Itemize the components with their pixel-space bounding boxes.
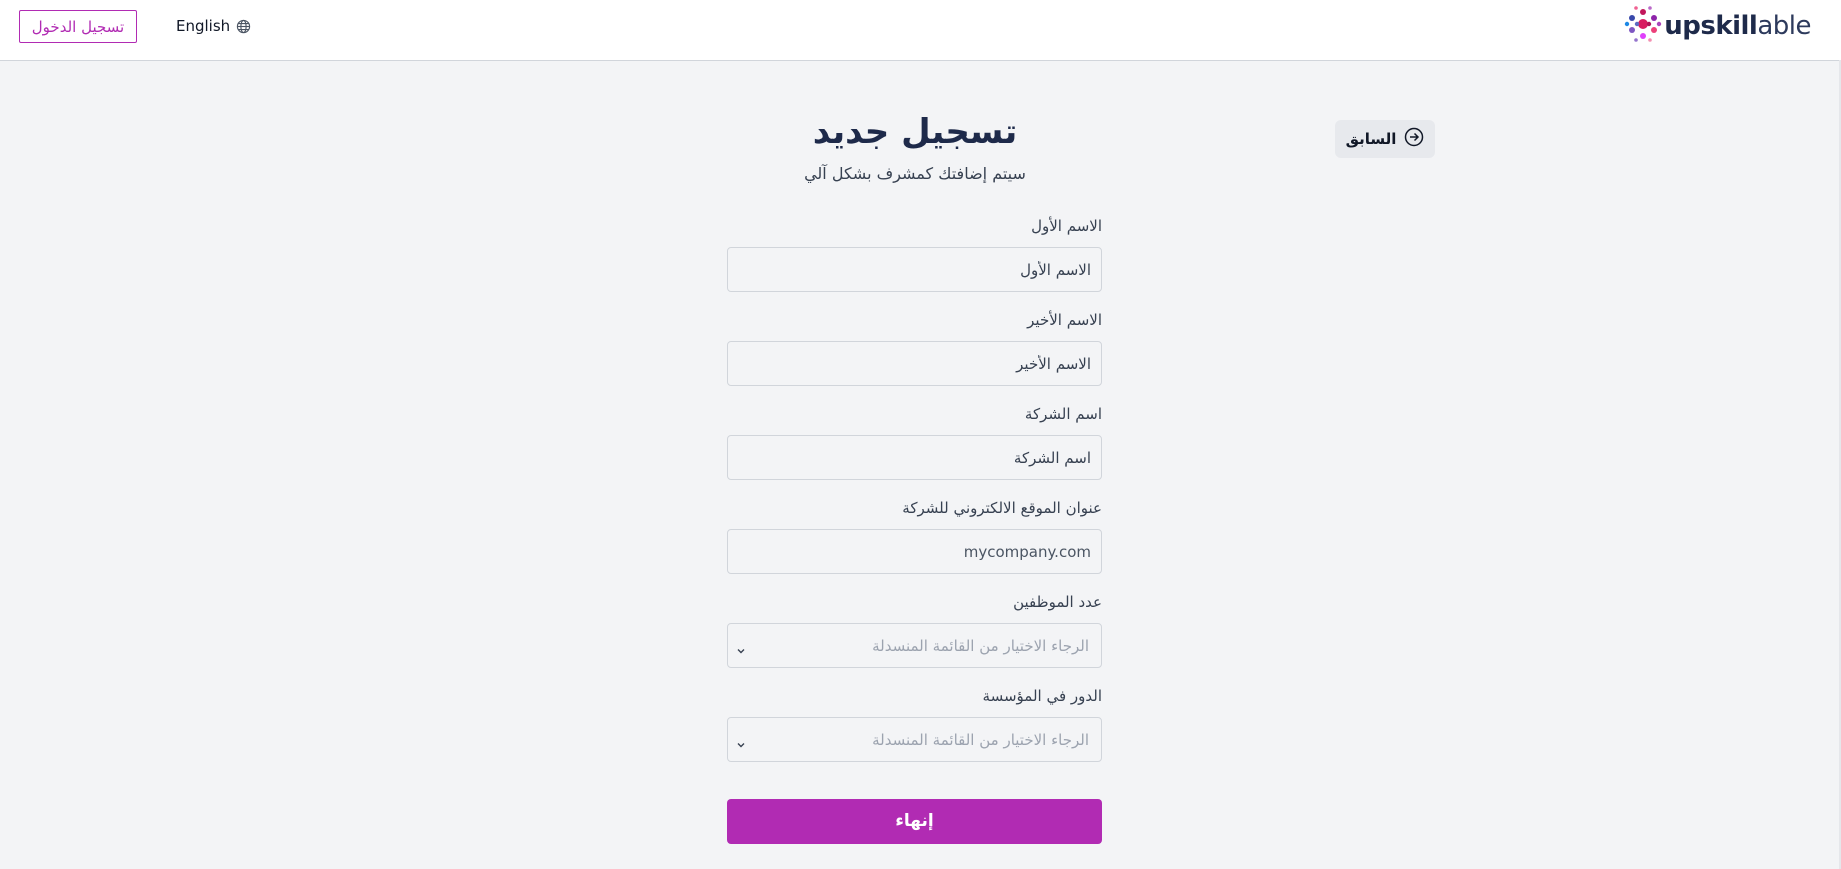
first-name-input[interactable] — [727, 247, 1102, 292]
first-name-field: الاسم الأول — [727, 215, 1102, 309]
login-button[interactable]: تسجيل الدخول — [19, 10, 137, 43]
first-name-label: الاسم الأول — [1031, 217, 1102, 235]
chevron-down-icon — [736, 735, 746, 754]
org-role-select[interactable]: الرجاء الاختيار من القائمة المنسدلة — [727, 717, 1102, 762]
back-label: السابق — [1345, 130, 1397, 148]
finish-button[interactable]: إنهاء — [727, 799, 1102, 844]
chevron-down-icon — [736, 641, 746, 660]
upskillable-logo-mark — [1624, 4, 1662, 48]
company-name-label: اسم الشركة — [1024, 405, 1102, 423]
employee-count-placeholder: الرجاء الاختيار من القائمة المنسدلة — [872, 637, 1089, 655]
back-button[interactable]: السابق — [1335, 120, 1435, 158]
signup-form: الاسم الأول الاسم الأخير اسم الشركة عنوا… — [727, 215, 1102, 779]
company-website-label: عنوان الموقع الالكتروني للشركة — [902, 499, 1102, 517]
company-website-input[interactable] — [727, 529, 1102, 574]
language-label: English — [176, 17, 231, 35]
page-title: تسجيل جديد — [812, 112, 1018, 152]
employee-count-label: عدد الموظفين — [1013, 593, 1102, 611]
back-icon — [1404, 127, 1424, 151]
company-name-input[interactable] — [727, 435, 1102, 480]
language-switcher[interactable]: English — [176, 15, 251, 37]
org-role-placeholder: الرجاء الاختيار من القائمة المنسدلة — [872, 731, 1089, 749]
last-name-label: الاسم الأخير — [1027, 311, 1102, 329]
globe-icon — [236, 19, 251, 34]
logo-wordmark: upskillable — [1664, 11, 1811, 41]
last-name-input[interactable] — [727, 341, 1102, 386]
company-name-field: اسم الشركة — [727, 403, 1102, 497]
employee-count-select[interactable]: الرجاء الاختيار من القائمة المنسدلة — [727, 623, 1102, 668]
page-subtitle: سيتم إضافتك كمشرف بشكل آلي — [804, 164, 1026, 183]
last-name-field: الاسم الأخير — [727, 309, 1102, 403]
org-role-field: الدور في المؤسسة الرجاء الاختيار من القا… — [727, 685, 1102, 779]
top-header: تسجيل الدخول English upskillable — [0, 0, 1841, 61]
company-website-field: عنوان الموقع الالكتروني للشركة — [727, 497, 1102, 591]
upskillable-logo[interactable]: upskillable — [1624, 6, 1811, 46]
org-role-label: الدور في المؤسسة — [982, 687, 1102, 705]
employee-count-field: عدد الموظفين الرجاء الاختيار من القائمة … — [727, 591, 1102, 685]
